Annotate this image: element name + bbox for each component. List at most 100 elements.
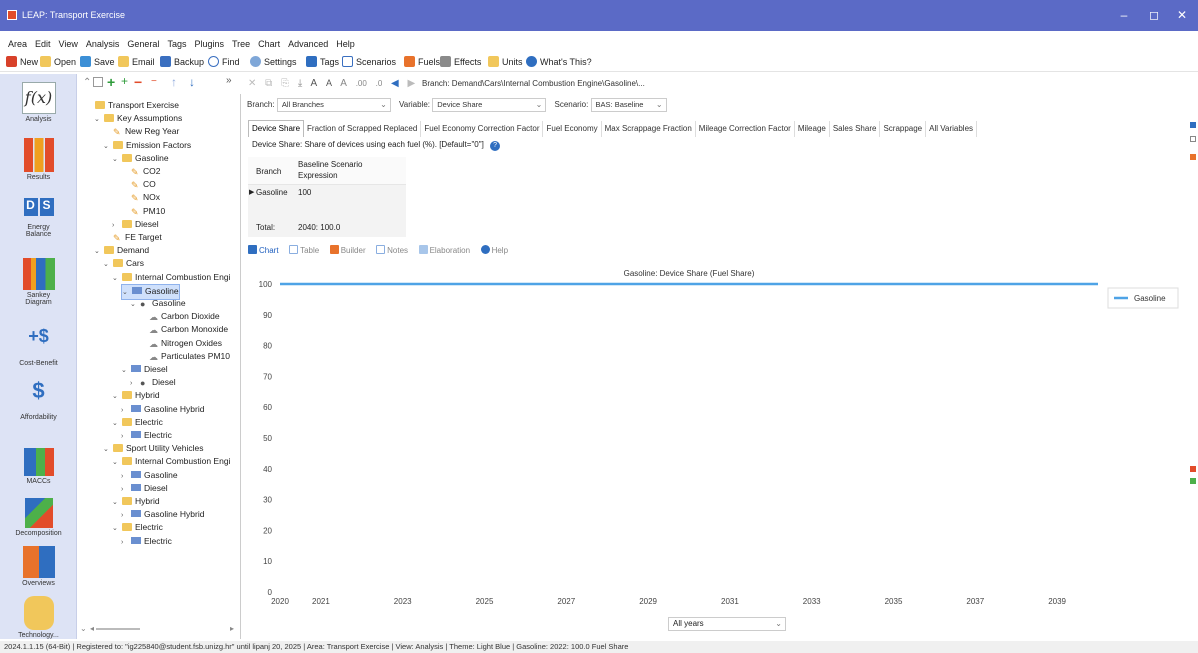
scenarios-button[interactable]: Scenarios <box>342 54 396 70</box>
close-button[interactable]: ✕ <box>1172 6 1192 24</box>
sidebar-item-overviews[interactable]: Overviews <box>0 546 77 587</box>
tab-variable[interactable]: Device Share <box>248 120 305 137</box>
move-up-icon[interactable]: ↑ <box>171 75 177 89</box>
tree-node[interactable]: ✎ PM10 <box>121 205 165 217</box>
tab-table[interactable]: Table <box>289 245 319 255</box>
expander-icon[interactable]: › <box>121 537 129 549</box>
variable-select[interactable]: Device Share ⌄ <box>432 98 547 112</box>
expander-icon[interactable]: › <box>130 378 138 390</box>
tab-variable[interactable]: Fuel Economy <box>543 121 602 137</box>
tree-node[interactable]: ✎ NOx <box>121 191 160 203</box>
tree-node[interactable]: ⌄ Sport Utility Vehicles <box>103 442 203 456</box>
tree-node[interactable]: ⌄ Diesel <box>121 363 168 377</box>
units-button[interactable]: Units <box>488 54 523 70</box>
chart-type-icon[interactable] <box>1190 122 1196 128</box>
more-icon[interactable]: » <box>226 75 232 86</box>
export-icon[interactable] <box>1190 466 1196 472</box>
excel-icon[interactable] <box>1190 478 1196 484</box>
email-button[interactable]: Email <box>118 54 155 70</box>
add-child-icon[interactable]: + <box>121 74 128 88</box>
find-button[interactable]: Find <box>208 54 240 70</box>
sidebar-item-maccs[interactable]: MACCs <box>0 448 77 485</box>
tree-node[interactable]: › ● Diesel <box>130 376 176 390</box>
tab-chart[interactable]: Chart <box>248 245 279 255</box>
menu-help[interactable]: Help <box>336 36 355 52</box>
grid-row-expression[interactable]: 100 <box>298 188 311 197</box>
effects-button[interactable]: Effects <box>440 54 481 70</box>
sidebar-item-affordability[interactable]: $ Affordability <box>0 378 77 421</box>
tree-scrollbar[interactable]: ⌄ ◂ ▸ <box>80 624 240 634</box>
tree-node[interactable]: ✎ New Reg Year <box>103 125 179 137</box>
font-smaller-icon[interactable]: A <box>326 78 332 88</box>
expander-icon[interactable]: ⌄ <box>112 154 120 166</box>
expander-icon[interactable]: ⌄ <box>112 391 120 403</box>
tree-node[interactable]: ⌄ Electric <box>112 416 163 430</box>
move-down-icon[interactable]: ↓ <box>189 75 195 89</box>
expander-icon[interactable]: › <box>112 220 120 232</box>
expander-icon[interactable]: › <box>121 510 129 522</box>
tree-node[interactable]: ⌄ ● Gasoline <box>130 297 186 311</box>
expander-icon[interactable]: › <box>121 405 129 417</box>
paste-icon[interactable]: ⎘ <box>281 78 289 89</box>
backup-button[interactable]: Backup <box>160 54 204 70</box>
menu-general[interactable]: General <box>127 36 159 52</box>
tree-node[interactable]: ⌄ Electric <box>112 521 163 535</box>
save-button[interactable]: Save <box>80 54 115 70</box>
expander-icon[interactable]: ⌄ <box>122 287 130 299</box>
new-button[interactable]: New <box>6 54 38 70</box>
expander-icon[interactable]: › <box>121 471 129 483</box>
fuels-button[interactable]: Fuels <box>404 54 440 70</box>
tree-node[interactable]: ☁ Nitrogen Oxides <box>139 337 222 349</box>
menu-view[interactable]: View <box>59 36 78 52</box>
sidebar-item-energy-balance[interactable]: DS Energy Balance <box>0 198 77 238</box>
expander-icon[interactable]: ⌄ <box>130 299 138 311</box>
expander-icon[interactable]: › <box>121 484 129 496</box>
tab-variable[interactable]: Scrappage <box>880 121 927 137</box>
menu-advanced[interactable]: Advanced <box>288 36 328 52</box>
forward-icon[interactable]: ▶ <box>408 78 416 89</box>
tab-notes[interactable]: Notes <box>376 245 408 255</box>
tree-node[interactable]: ☁ Carbon Monoxide <box>139 323 228 335</box>
tab-help[interactable]: Help <box>480 245 508 255</box>
expander-icon[interactable]: ⌄ <box>112 418 120 430</box>
tree-node[interactable]: ⌄ Gasoline <box>112 152 169 166</box>
minimize-button[interactable]: – <box>1114 6 1134 24</box>
sidebar-item-technology[interactable]: Technology... <box>0 596 77 639</box>
sidebar-item-decomposition[interactable]: Decomposition <box>0 498 77 537</box>
device-share-chart[interactable]: Gasoline: Device Share (Fuel Share) 0 10 20… <box>248 262 1188 634</box>
tree-node[interactable]: › Gasoline <box>121 469 178 483</box>
back-icon[interactable]: ◀ <box>391 78 399 89</box>
tree-node[interactable]: › Gasoline Hybrid <box>121 508 204 522</box>
menu-edit[interactable]: Edit <box>35 36 51 52</box>
tab-variable[interactable]: Sales Share <box>830 121 881 137</box>
menu-analysis[interactable]: Analysis <box>86 36 120 52</box>
menu-tree[interactable]: Tree <box>232 36 250 52</box>
tab-variable[interactable]: All Variables <box>926 121 978 137</box>
tree-node[interactable]: ⌄ Internal Combustion Engi <box>112 271 230 285</box>
tab-variable[interactable]: Mileage <box>795 121 830 137</box>
sidebar-item-cost-benefit[interactable]: +$ Cost-Benefit <box>0 326 77 367</box>
expander-icon[interactable]: ⌄ <box>94 114 102 126</box>
open-button[interactable]: Open <box>40 54 76 70</box>
years-select[interactable]: All years ⌄ <box>668 617 786 631</box>
breadcrumb[interactable]: Branch: Demand\Cars\Internal Combustion … <box>422 79 645 88</box>
help-icon[interactable]: ? <box>490 141 501 151</box>
expander-icon[interactable]: ⌄ <box>103 444 111 456</box>
expander-icon[interactable]: ⌄ <box>112 457 120 469</box>
expander-icon[interactable]: ⌄ <box>112 523 120 535</box>
tree-node[interactable]: ⌄ Demand <box>94 244 149 258</box>
tab-variable[interactable]: Fraction of Scrapped Replaced <box>304 121 422 137</box>
tree-node[interactable]: ✎ CO2 <box>121 165 160 177</box>
cut-icon[interactable]: ✕ <box>248 78 256 89</box>
branch-select[interactable]: All Branches ⌄ <box>276 98 391 112</box>
tree-node[interactable]: › Diesel <box>112 218 159 232</box>
tab-elaboration[interactable]: Elaboration <box>418 245 470 255</box>
tab-builder[interactable]: Builder <box>329 245 366 255</box>
tree-node[interactable]: ⌄ Cars <box>103 257 144 271</box>
tree-node[interactable]: ⌄ Key Assumptions <box>94 112 182 126</box>
menu-area[interactable]: Area <box>8 36 27 52</box>
tab-variable[interactable]: Fuel Economy Correction Factor <box>421 121 544 137</box>
expander-icon[interactable]: ⌄ <box>103 259 111 271</box>
menu-plugins[interactable]: Plugins <box>194 36 224 52</box>
delete-child-icon[interactable]: − <box>151 76 157 87</box>
